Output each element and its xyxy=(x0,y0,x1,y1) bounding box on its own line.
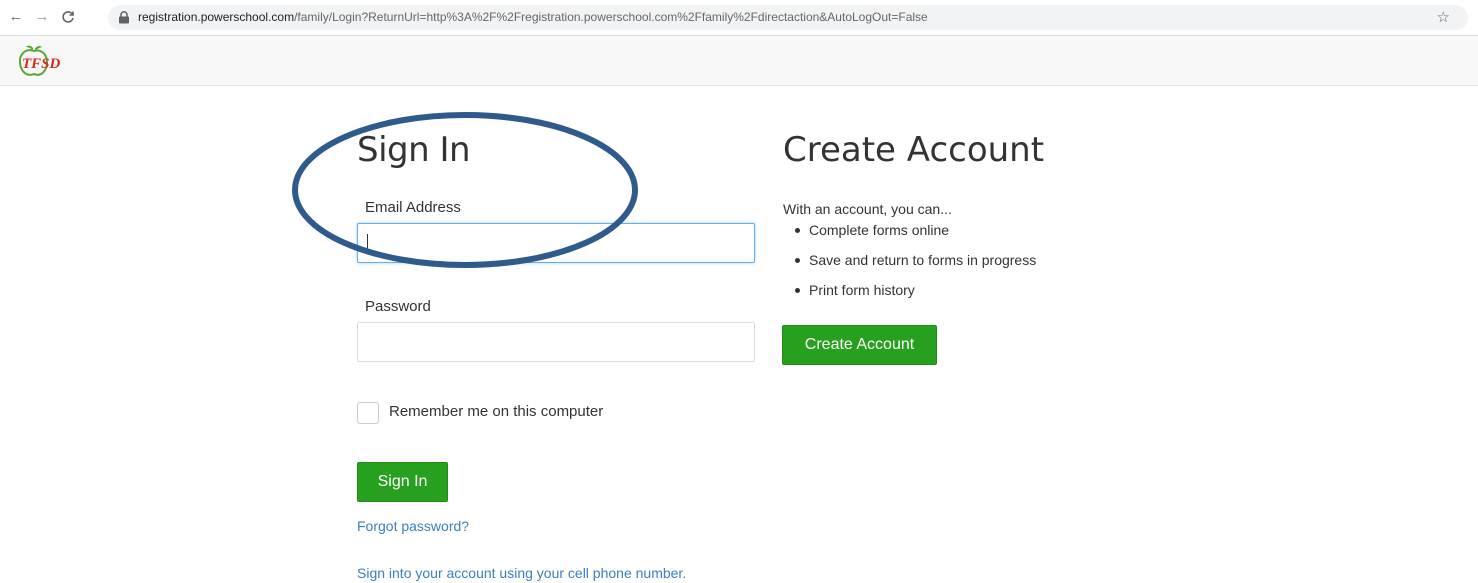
create-account-intro: With an account, you can... xyxy=(783,201,952,217)
browser-toolbar: ← → registration.powerschool.com/family/… xyxy=(0,0,1478,35)
bookmark-star-icon[interactable]: ☆ xyxy=(1437,8,1450,26)
lock-icon xyxy=(119,11,129,24)
remember-me-checkbox[interactable] xyxy=(357,402,379,424)
benefit-item: Print form history xyxy=(795,281,1036,311)
district-logo[interactable]: TFSD xyxy=(16,44,72,80)
site-header: TFSD xyxy=(0,35,1478,86)
url-text: registration.powerschool.com/family/Logi… xyxy=(138,10,928,24)
forward-arrow-icon[interactable]: → xyxy=(32,7,52,27)
password-field[interactable] xyxy=(357,322,755,362)
reload-icon[interactable] xyxy=(58,7,78,27)
benefit-item: Save and return to forms in progress xyxy=(795,251,1036,281)
back-arrow-icon[interactable]: ← xyxy=(6,7,26,27)
sign-in-button[interactable]: Sign In xyxy=(357,462,448,502)
forgot-password-link[interactable]: Forgot password? xyxy=(357,518,469,534)
phone-signin-link[interactable]: Sign into your account using your cell p… xyxy=(357,565,686,581)
signin-heading: Sign In xyxy=(357,130,471,170)
create-account-button[interactable]: Create Account xyxy=(782,325,937,365)
text-caret xyxy=(367,234,368,252)
address-bar[interactable]: registration.powerschool.com/family/Logi… xyxy=(108,5,1468,30)
remember-me-label[interactable]: Remember me on this computer xyxy=(389,403,603,420)
benefits-list: Complete forms online Save and return to… xyxy=(795,221,1036,311)
benefit-item: Complete forms online xyxy=(795,221,1036,251)
email-label: Email Address xyxy=(365,199,461,216)
svg-text:TFSD: TFSD xyxy=(22,56,61,72)
password-label: Password xyxy=(365,298,431,315)
email-field[interactable] xyxy=(357,223,755,263)
create-account-heading: Create Account xyxy=(783,130,1045,170)
